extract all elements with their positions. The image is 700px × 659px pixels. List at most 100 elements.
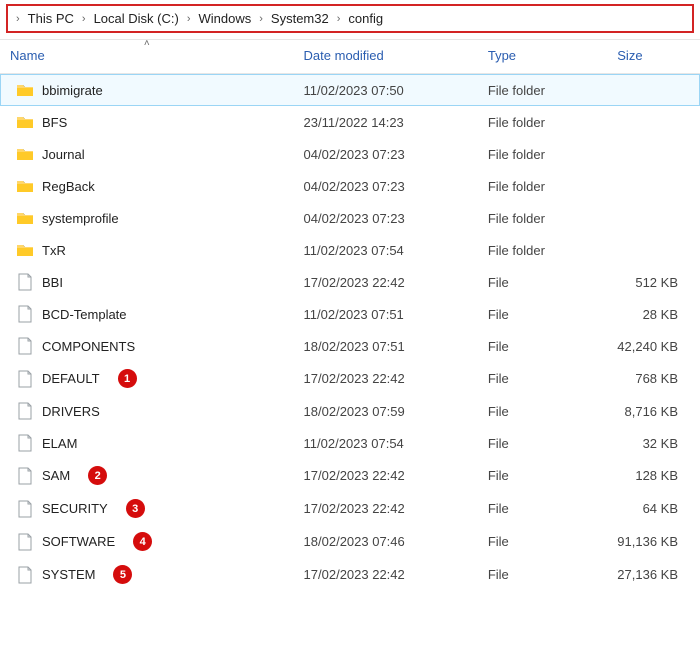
file-date: 11/02/2023 07:50 [294,74,478,107]
annotation-badge: 2 [88,466,107,485]
file-type: File folder [478,170,607,202]
file-type: File [478,298,607,330]
table-row[interactable]: SOFTWARE418/02/2023 07:46File91,136 KB [0,525,700,558]
column-header-type[interactable]: Type [478,40,607,74]
file-date: 11/02/2023 07:51 [294,298,478,330]
file-date: 18/02/2023 07:46 [294,525,478,558]
column-header-name[interactable]: ˄ Name [0,40,294,74]
table-row[interactable]: DEFAULT 1 17/02/2023 22:42File768 KB [0,362,700,395]
file-date: 18/02/2023 07:59 [294,395,478,427]
file-type: File folder [478,234,607,266]
column-header-size-label: Size [617,48,642,63]
table-row[interactable]: SECURITY317/02/2023 22:42File64 KB [0,492,700,525]
sort-indicator-icon: ˄ [144,38,150,49]
file-name: systemprofile [42,211,119,226]
file-date: 04/02/2023 07:23 [294,202,478,234]
table-row[interactable]: systemprofile 04/02/2023 07:23File folder [0,202,700,234]
table-row[interactable]: DRIVERS18/02/2023 07:59File8,716 KB [0,395,700,427]
table-row[interactable]: RegBack04/02/2023 07:23File folder [0,170,700,202]
file-name: COMPONENTS [42,339,135,354]
file-name: DEFAULT [42,371,100,386]
file-name: Journal [42,147,85,162]
table-row[interactable]: SAM217/02/2023 22:42File128 KB [0,459,700,492]
table-row[interactable]: bbimigrate 11/02/2023 07:50File folder [0,74,700,107]
file-type: File folder [478,202,607,234]
file-size: 32 KB [607,427,700,459]
file-type: File [478,525,607,558]
file-size [607,138,700,170]
chevron-right-icon: › [257,13,265,25]
file-size: 42,240 KB [607,330,700,362]
file-name: ELAM [42,436,77,451]
table-row[interactable]: TxR11/02/2023 07:54File folder [0,234,700,266]
file-name: BFS [42,115,67,130]
file-type: File [478,362,607,395]
folder-icon [16,209,34,227]
breadcrumb[interactable]: ›This PC›Local Disk (C:)›Windows›System3… [6,4,694,33]
file-icon [16,370,34,388]
file-name: SOFTWARE [42,534,115,549]
file-type: File [478,395,607,427]
breadcrumb-item[interactable]: Local Disk (C:) [92,9,181,28]
file-size: 512 KB [607,266,700,298]
file-date: 17/02/2023 22:42 [294,266,478,298]
file-size: 27,136 KB [607,558,700,591]
file-date: 11/02/2023 07:54 [294,427,478,459]
file-icon [16,467,34,485]
file-size [607,106,700,138]
column-header-size[interactable]: Size [607,40,700,74]
file-type: File folder [478,74,607,107]
breadcrumb-item[interactable]: config [346,9,385,28]
table-row[interactable]: Journal 04/02/2023 07:23File folder [0,138,700,170]
breadcrumb-item[interactable]: Windows [197,9,254,28]
file-icon [16,402,34,420]
file-size [607,234,700,266]
file-type: File [478,330,607,362]
chevron-right-icon: › [185,13,193,25]
file-size: 768 KB [607,362,700,395]
table-row[interactable]: SYSTEM517/02/2023 22:42File27,136 KB [0,558,700,591]
folder-icon [16,81,34,99]
file-date: 18/02/2023 07:51 [294,330,478,362]
table-row[interactable]: BCD-Template11/02/2023 07:51File28 KB [0,298,700,330]
file-name: RegBack [42,179,95,194]
breadcrumb-item[interactable]: System32 [269,9,331,28]
file-name: BBI [42,275,63,290]
file-name: TxR [42,243,66,258]
file-size: 28 KB [607,298,700,330]
file-type: File [478,266,607,298]
file-date: 04/02/2023 07:23 [294,138,478,170]
file-name: SECURITY [42,501,108,516]
chevron-right-icon: › [80,13,88,25]
file-icon [16,566,34,584]
file-icon [16,305,34,323]
chevron-right-icon: › [335,13,343,25]
table-row[interactable]: BBI 17/02/2023 22:42File512 KB [0,266,700,298]
file-type: File [478,558,607,591]
file-size: 91,136 KB [607,525,700,558]
file-name: DRIVERS [42,404,100,419]
breadcrumb-item[interactable]: This PC [26,9,76,28]
file-icon [16,434,34,452]
folder-icon [16,241,34,259]
column-header-date-label: Date modified [304,48,384,63]
annotation-badge: 1 [118,369,137,388]
column-header-date[interactable]: Date modified [294,40,478,74]
table-row[interactable]: ELAM11/02/2023 07:54File32 KB [0,427,700,459]
file-name: bbimigrate [42,83,103,98]
file-size: 64 KB [607,492,700,525]
table-row[interactable]: COMPONENTS 18/02/2023 07:51File42,240 KB [0,330,700,362]
file-icon [16,273,34,291]
chevron-right-icon: › [14,13,22,25]
file-type: File [478,492,607,525]
file-icon [16,533,34,551]
folder-icon [16,113,34,131]
file-date: 17/02/2023 22:42 [294,362,478,395]
annotation-badge: 5 [113,565,132,584]
file-icon [16,500,34,518]
file-list: ˄ Name Date modified Type Size bbimigrat… [0,40,700,591]
file-type: File [478,459,607,492]
annotation-badge: 3 [126,499,145,518]
table-row[interactable]: BFS23/11/2022 14:23File folder [0,106,700,138]
file-type: File folder [478,138,607,170]
